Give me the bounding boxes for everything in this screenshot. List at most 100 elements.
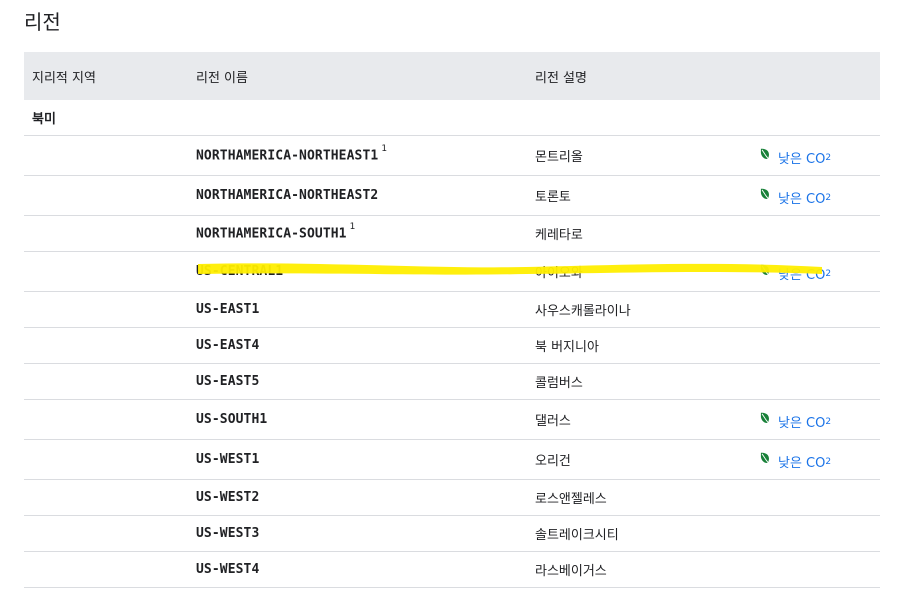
table-row: US-EAST4 북 버지니아 (24, 327, 880, 364)
low-co2-label: 낮은 CO (778, 416, 826, 432)
region-name-cell: US-EAST4 (188, 327, 527, 364)
table-row: US-CENTRAL1 아이오와 낮은 CO 2 (24, 251, 880, 292)
page-title: 리전 (24, 10, 61, 34)
region-name: NORTHAMERICA-NORTHEAST1 (196, 148, 379, 164)
low-co2-label: 낮은 CO (778, 192, 826, 208)
co2-cell (740, 551, 880, 588)
region-description: 솔트레이크시티 (527, 515, 740, 552)
low-co2-subscript: 2 (825, 268, 832, 279)
low-co2-subscript: 2 (825, 456, 832, 467)
geography-cell (24, 439, 188, 480)
region-name-cell: NORTHAMERICA-NORTHEAST1 1 (188, 135, 527, 176)
region-name: NORTHAMERICA-SOUTH1 (196, 226, 347, 242)
table-row: NORTHAMERICA-NORTHEAST2 토론토 낮은 CO 2 (24, 175, 880, 216)
region-description: 댈러스 (527, 399, 740, 440)
region-description: 북 버지니아 (527, 327, 740, 364)
table-row: US-WEST3 솔트레이크시티 (24, 515, 880, 552)
footnote-link[interactable]: 1 (381, 144, 387, 154)
leaf-icon (760, 412, 770, 424)
region-description: 사우스캐롤라이나 (527, 291, 740, 328)
region-name-cell: US-EAST1 (188, 291, 527, 328)
low-co2-subscript: 2 (825, 152, 832, 163)
region-name-cell: US-WEST1 (188, 439, 527, 480)
table-header: 지리적 지역 리전 이름 리전 설명 (24, 52, 880, 100)
region-description: 오리건 (527, 439, 740, 480)
low-co2-subscript: 2 (825, 192, 832, 203)
region-name: US-SOUTH1 (196, 412, 268, 427)
region-description: 몬트리올 (527, 135, 740, 176)
leaf-icon (760, 264, 770, 276)
leaf-icon (760, 188, 770, 200)
co2-cell (740, 327, 880, 364)
region-name: US-WEST3 (196, 526, 260, 541)
geography-cell (24, 215, 188, 252)
geography-cell (24, 327, 188, 364)
geography-cell (24, 175, 188, 216)
table-body: 북미 NORTHAMERICA-NORTHEAST1 1 몬트리올 낮은 CO 2 NOR… (24, 100, 880, 588)
region-name-cell: NORTHAMERICA-NORTHEAST2 (188, 175, 527, 216)
geography-cell (24, 135, 188, 176)
region-name: NORTHAMERICA-NORTHEAST2 (196, 188, 379, 203)
low-co2-label: 낮은 CO (778, 456, 826, 472)
table-row: NORTHAMERICA-NORTHEAST1 1 몬트리올 낮은 CO 2 (24, 135, 880, 176)
geography-cell (24, 515, 188, 552)
co2-cell (740, 479, 880, 516)
low-co2-link[interactable]: 낮은 CO 2 (748, 264, 831, 283)
table-row: US-WEST1 오리건 낮은 CO 2 (24, 439, 880, 480)
region-name-cell: US-EAST5 (188, 363, 527, 400)
geography-cell (24, 399, 188, 440)
region-description: 콜럼버스 (527, 363, 740, 400)
region-name: US-EAST4 (196, 338, 260, 353)
co2-cell (740, 515, 880, 552)
header-region-name: 리전 이름 (188, 52, 527, 100)
region-name-cell: US-WEST4 (188, 551, 527, 588)
geography-cell (24, 551, 188, 588)
region-description: 로스앤젤레스 (527, 479, 740, 516)
low-co2-link[interactable]: 낮은 CO 2 (748, 412, 831, 431)
group-label: 북미 (24, 100, 188, 136)
region-name: US-CENTRAL1 (196, 264, 284, 279)
region-name-cell: US-WEST3 (188, 515, 527, 552)
leaf-icon (760, 452, 770, 464)
footnote-link[interactable]: 1 (350, 222, 356, 232)
co2-cell (740, 215, 880, 252)
header-co2 (740, 52, 880, 100)
table-row: US-EAST1 사우스캐롤라이나 (24, 291, 880, 328)
region-name-cell: US-SOUTH1 (188, 399, 527, 440)
co2-cell (740, 363, 880, 400)
region-name: US-WEST2 (196, 490, 260, 505)
geography-cell (24, 291, 188, 328)
co2-cell: 낮은 CO 2 (740, 439, 880, 480)
co2-cell (740, 291, 880, 328)
regions-table: 지리적 지역 리전 이름 리전 설명 북미 NORTHAMERICA-NORTH… (24, 52, 880, 588)
header-geography: 지리적 지역 (24, 52, 188, 100)
leaf-icon (760, 148, 770, 160)
co2-cell: 낮은 CO 2 (740, 251, 880, 292)
low-co2-link[interactable]: 낮은 CO 2 (748, 188, 831, 207)
geography-cell (24, 363, 188, 400)
geography-cell (24, 251, 188, 292)
co2-cell: 낮은 CO 2 (740, 399, 880, 440)
region-name: US-EAST5 (196, 374, 260, 389)
region-description: 케레타로 (527, 215, 740, 252)
table-row: US-SOUTH1 댈러스 낮은 CO 2 (24, 399, 880, 440)
region-name: US-WEST4 (196, 562, 260, 577)
geography-cell (24, 479, 188, 516)
region-description: 라스베이거스 (527, 551, 740, 588)
region-description: 토론토 (527, 175, 740, 216)
low-co2-label: 낮은 CO (778, 268, 826, 284)
low-co2-link[interactable]: 낮은 CO 2 (748, 452, 831, 471)
low-co2-subscript: 2 (825, 416, 832, 427)
table-row: US-WEST2 로스앤젤레스 (24, 479, 880, 516)
co2-cell: 낮은 CO 2 (740, 175, 880, 216)
table-row: US-WEST4 라스베이거스 (24, 551, 880, 588)
header-region-description: 리전 설명 (527, 52, 740, 100)
low-co2-link[interactable]: 낮은 CO 2 (748, 148, 831, 167)
co2-cell: 낮은 CO 2 (740, 135, 880, 176)
low-co2-label: 낮은 CO (778, 152, 826, 168)
table-row: US-EAST5 콜럼버스 (24, 363, 880, 400)
region-name: US-WEST1 (196, 452, 260, 467)
region-description: 아이오와 (527, 251, 740, 292)
table-row: NORTHAMERICA-SOUTH1 1 케레타로 (24, 215, 880, 252)
region-name-cell: US-CENTRAL1 (188, 251, 527, 292)
